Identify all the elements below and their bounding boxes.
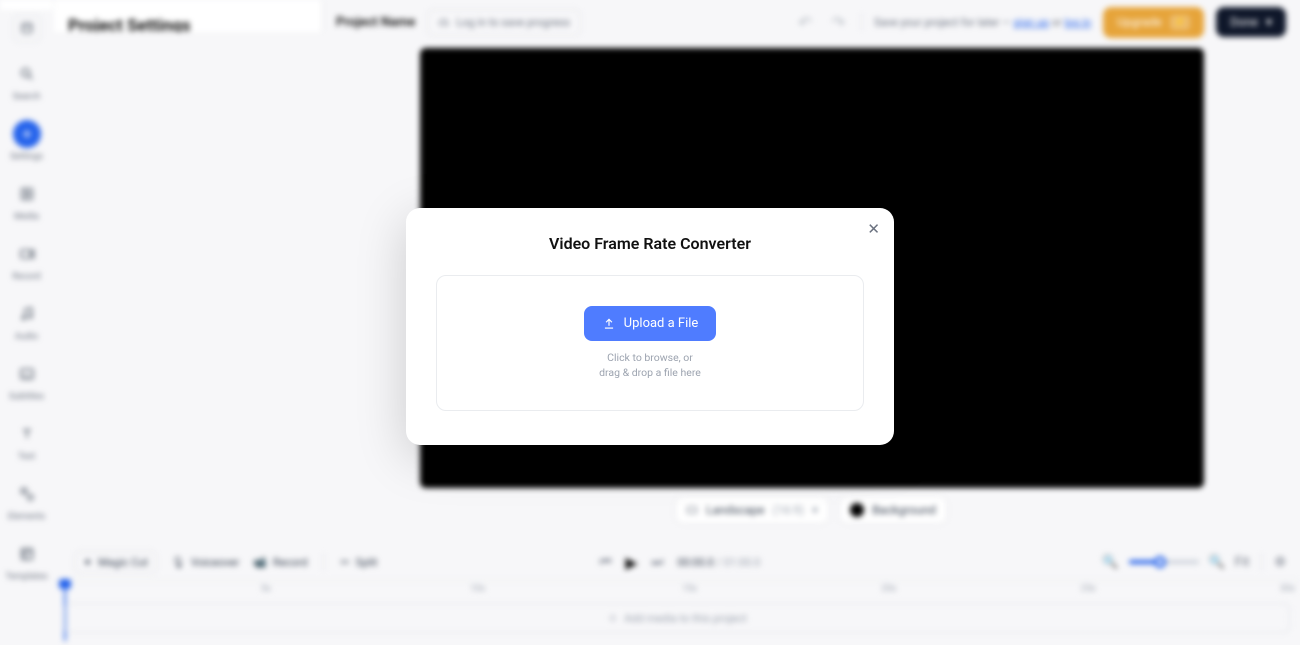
frame-rate-converter-modal: ✕ Video Frame Rate Converter Upload a Fi…	[406, 208, 894, 445]
upload-dropzone[interactable]: Upload a File Click to browse, or drag &…	[436, 275, 864, 411]
modal-title: Video Frame Rate Converter	[436, 234, 864, 253]
upload-file-button[interactable]: Upload a File	[584, 306, 717, 341]
close-button[interactable]: ✕	[867, 220, 880, 238]
upload-hint: Click to browse, or drag & drop a file h…	[599, 351, 701, 379]
upload-icon	[602, 317, 616, 331]
